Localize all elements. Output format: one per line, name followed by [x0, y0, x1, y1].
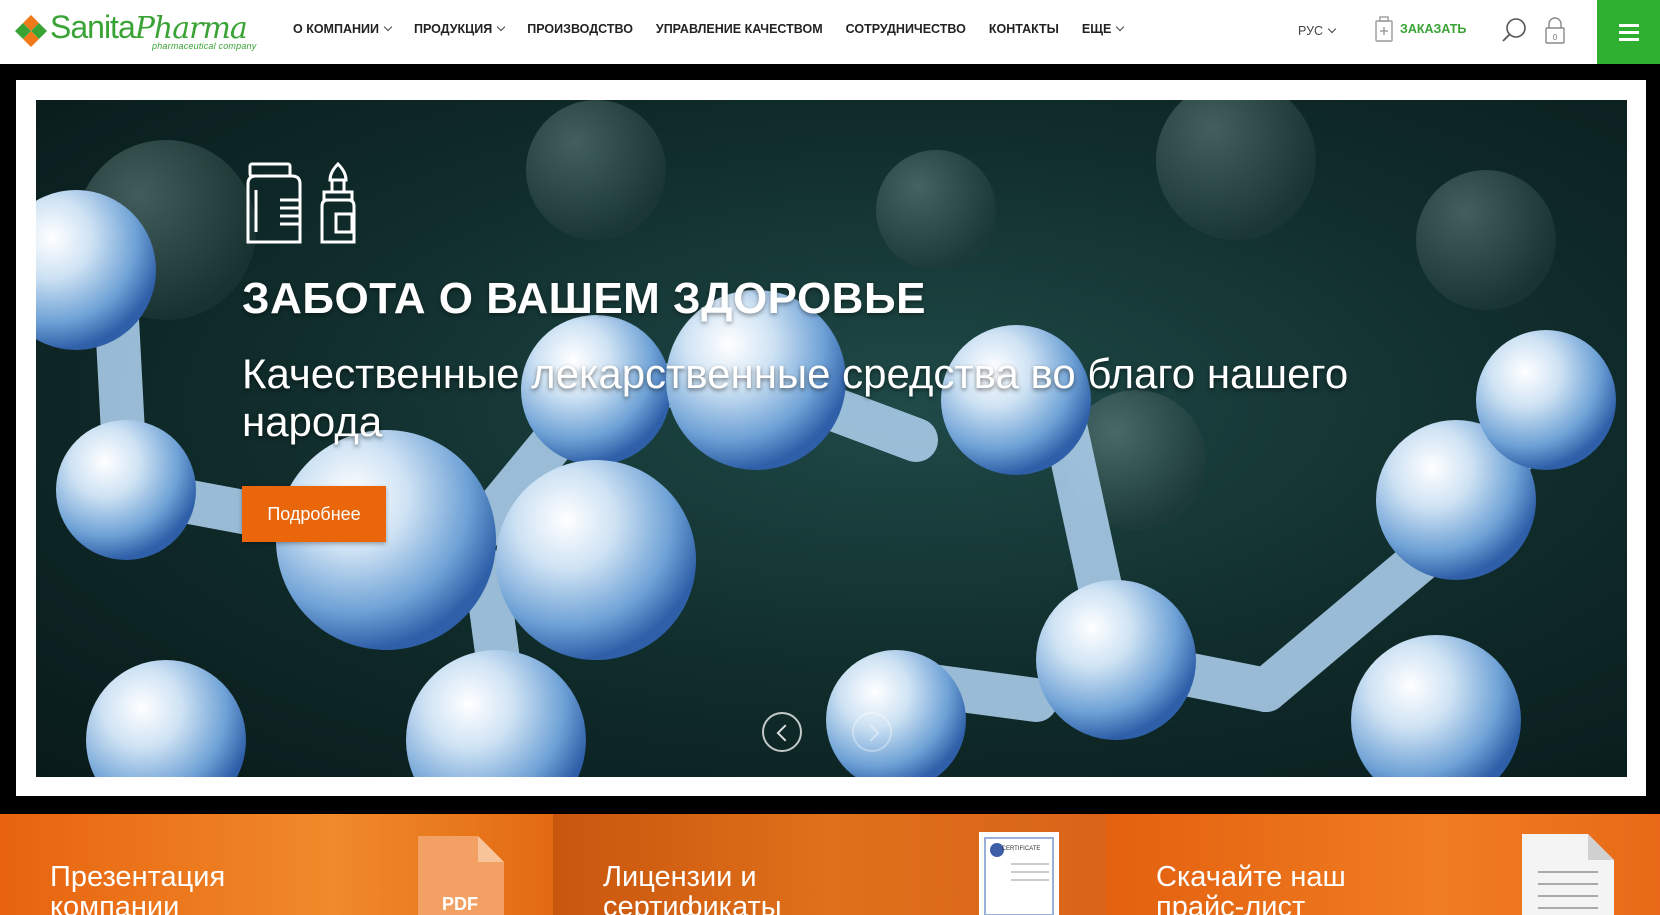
main-nav: О КОМПАНИИ ПРОДУКЦИЯ ПРОИЗВОДСТВО УПРАВЛ…	[293, 22, 1146, 36]
chevron-down-icon	[497, 22, 506, 32]
chevron-down-icon	[1327, 24, 1337, 34]
nav-item-label: УПРАВЛЕНИЕ КАЧЕСТВОМ	[655, 22, 823, 36]
nav-item-quality[interactable]: УПРАВЛЕНИЕ КАЧЕСТВОМ	[656, 22, 823, 36]
order-label: ЗАКАЗАТЬ	[1400, 22, 1467, 36]
hamburger-line	[1619, 31, 1639, 34]
hero-subtitle: Качественные лекарственные средства во б…	[242, 350, 1349, 445]
dropper-bottle-icon	[320, 162, 356, 244]
pill-bottle-icon	[246, 162, 302, 244]
nav-item-label: ПРОДУКЦИЯ	[413, 22, 493, 36]
medicine-bottles-icons	[246, 162, 356, 244]
certificate-label: CERTIFICATE	[1002, 846, 1041, 852]
hero-title: ЗАБОТА О ВАШЕМ ЗДОРОВЬЕ	[242, 274, 926, 323]
pdf-label: PDF	[442, 894, 478, 914]
nav-item-cooperation[interactable]: СОТРУДНИЧЕСТВО	[846, 22, 966, 36]
chevron-down-icon	[1116, 22, 1125, 32]
nav-item-label: ЕЩЕ	[1081, 22, 1112, 36]
promo-label: Лицензии и сертификаты	[603, 861, 782, 915]
promo-label: Скачайте наш прайс-лист	[1156, 861, 1346, 915]
hamburger-line	[1619, 38, 1639, 41]
lock-cart-icon[interactable]: 0	[1544, 16, 1566, 44]
order-button[interactable]: ЗАКАЗАТЬ	[1374, 16, 1466, 42]
more-button[interactable]: Подробнее	[242, 486, 386, 542]
search-icon[interactable]	[1500, 16, 1528, 44]
nav-item-more[interactable]: ЕЩЕ	[1081, 22, 1125, 36]
hamburger-line	[1619, 24, 1639, 27]
site-header: SanitaPharma pharmaceutical company О КО…	[0, 0, 1660, 64]
nav-item-about[interactable]: О КОМПАНИИ	[293, 22, 393, 36]
hero-slider: ЗАБОТА О ВАШЕМ ЗДОРОВЬЕ Качественные лек…	[36, 100, 1627, 777]
pdf-document-icon: PDF	[418, 836, 504, 915]
promo-price-list[interactable]: Скачайте наш прайс-лист	[1106, 814, 1660, 915]
language-label: РУС	[1298, 24, 1324, 38]
nav-item-label: ПРОИЗВОДСТВО	[527, 22, 633, 36]
language-selector[interactable]: РУС	[1298, 24, 1337, 38]
document-icon	[1522, 834, 1614, 915]
nav-item-label: СОТРУДНИЧЕСТВО	[845, 22, 966, 36]
medicine-bag-icon	[1375, 16, 1393, 42]
logo-brand-part1: Sanita	[50, 9, 136, 45]
chevron-down-icon	[383, 22, 393, 32]
slider-prev-arrow-icon[interactable]	[762, 712, 802, 752]
hamburger-menu-button[interactable]	[1597, 0, 1660, 64]
promo-label: Презентация компании	[50, 861, 226, 915]
logo-tagline: pharmaceutical company	[152, 41, 257, 51]
certificate-icon: CERTIFICATE	[979, 832, 1059, 915]
nav-item-products[interactable]: ПРОДУКЦИЯ	[413, 22, 506, 36]
slider-next-arrow-icon[interactable]	[852, 712, 892, 752]
promo-licenses[interactable]: CERTIFICATE Лицензии и сертификаты	[553, 814, 1106, 915]
cart-count: 0	[1553, 33, 1558, 42]
nav-item-label: О КОМПАНИИ	[293, 22, 379, 36]
promo-presentation[interactable]: PDF Презентация компании	[0, 814, 553, 915]
nav-item-label: КОНТАКТЫ	[988, 22, 1059, 36]
site-logo[interactable]: SanitaPharma pharmaceutical company	[14, 8, 264, 52]
nav-item-production[interactable]: ПРОИЗВОДСТВО	[527, 22, 633, 36]
nav-item-contacts[interactable]: КОНТАКТЫ	[989, 22, 1059, 36]
logo-diamond-icon	[15, 15, 47, 47]
